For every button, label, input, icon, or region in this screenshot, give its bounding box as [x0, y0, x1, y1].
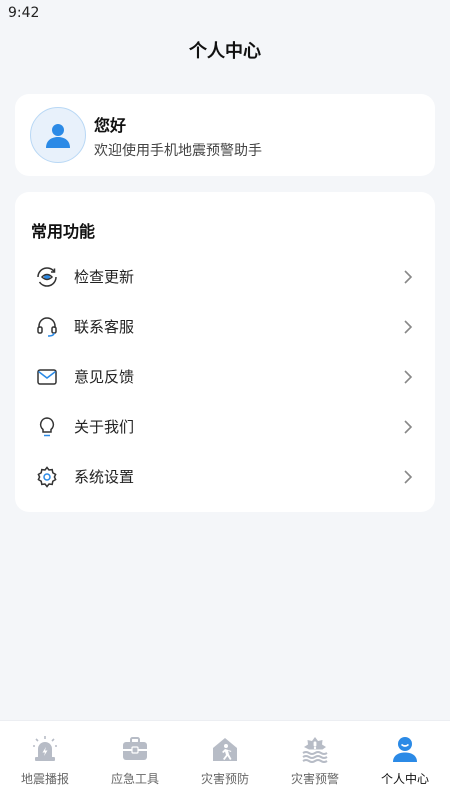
menu-item-about-us[interactable]: 关于我们 — [15, 402, 435, 452]
menu-item-contact-service[interactable]: 联系客服 — [15, 302, 435, 352]
alarm-light-icon — [31, 735, 59, 763]
tab-label: 应急工具 — [110, 772, 159, 786]
greeting-text: 您好 — [94, 116, 127, 135]
toolbox-icon — [121, 735, 149, 763]
menu-item-system-settings[interactable]: 系统设置 — [15, 452, 435, 502]
page-title: 个人中心 — [189, 41, 261, 62]
house-escape-icon — [211, 735, 239, 763]
common-functions-card: 常用功能 检查更新 联系客服 意见反馈 关于我们 系统设置 — [15, 192, 435, 512]
profile-card[interactable]: 您好 欢迎使用手机地震预警助手 — [15, 94, 435, 176]
menu-item-label: 意见反馈 — [74, 368, 135, 386]
bottom-tab-bar: 地震播报 应急工具 灾害预防 灾害预警 个人中心 — [0, 720, 450, 800]
chevron-right-icon — [404, 470, 413, 484]
menu-item-label: 检查更新 — [74, 268, 135, 286]
tab-disaster-prevention[interactable]: 灾害预防 — [180, 721, 270, 800]
flood-warning-icon — [301, 735, 329, 763]
menu-item-label: 系统设置 — [74, 468, 135, 486]
tab-label: 灾害预防 — [200, 772, 249, 786]
lightbulb-icon — [35, 415, 59, 439]
chevron-right-icon — [404, 270, 413, 284]
tab-emergency-tools[interactable]: 应急工具 — [90, 721, 180, 800]
welcome-text: 欢迎使用手机地震预警助手 — [94, 143, 262, 159]
tab-label: 灾害预警 — [290, 772, 339, 786]
refresh-eye-icon — [35, 265, 59, 289]
menu-item-label: 关于我们 — [74, 418, 135, 436]
user-avatar-icon[interactable] — [30, 107, 86, 163]
user-icon — [391, 735, 419, 763]
status-time: 9:42 — [8, 5, 40, 21]
tab-earthquake-broadcast[interactable]: 地震播报 — [0, 721, 90, 800]
menu-item-label: 联系客服 — [74, 318, 135, 336]
settings-icon — [35, 465, 59, 489]
headset-icon — [35, 315, 59, 339]
status-bar: 9:42 — [0, 0, 450, 26]
menu-item-feedback[interactable]: 意见反馈 — [15, 352, 435, 402]
tab-disaster-warning[interactable]: 灾害预警 — [270, 721, 360, 800]
chevron-right-icon — [404, 370, 413, 384]
chevron-right-icon — [404, 320, 413, 334]
tab-label: 个人中心 — [380, 772, 429, 786]
mail-icon — [35, 365, 59, 389]
menu-item-check-update[interactable]: 检查更新 — [15, 252, 435, 302]
chevron-right-icon — [404, 420, 413, 434]
tab-label: 地震播报 — [20, 772, 69, 786]
tab-personal-center[interactable]: 个人中心 — [360, 721, 450, 800]
section-title: 常用功能 — [31, 222, 96, 241]
